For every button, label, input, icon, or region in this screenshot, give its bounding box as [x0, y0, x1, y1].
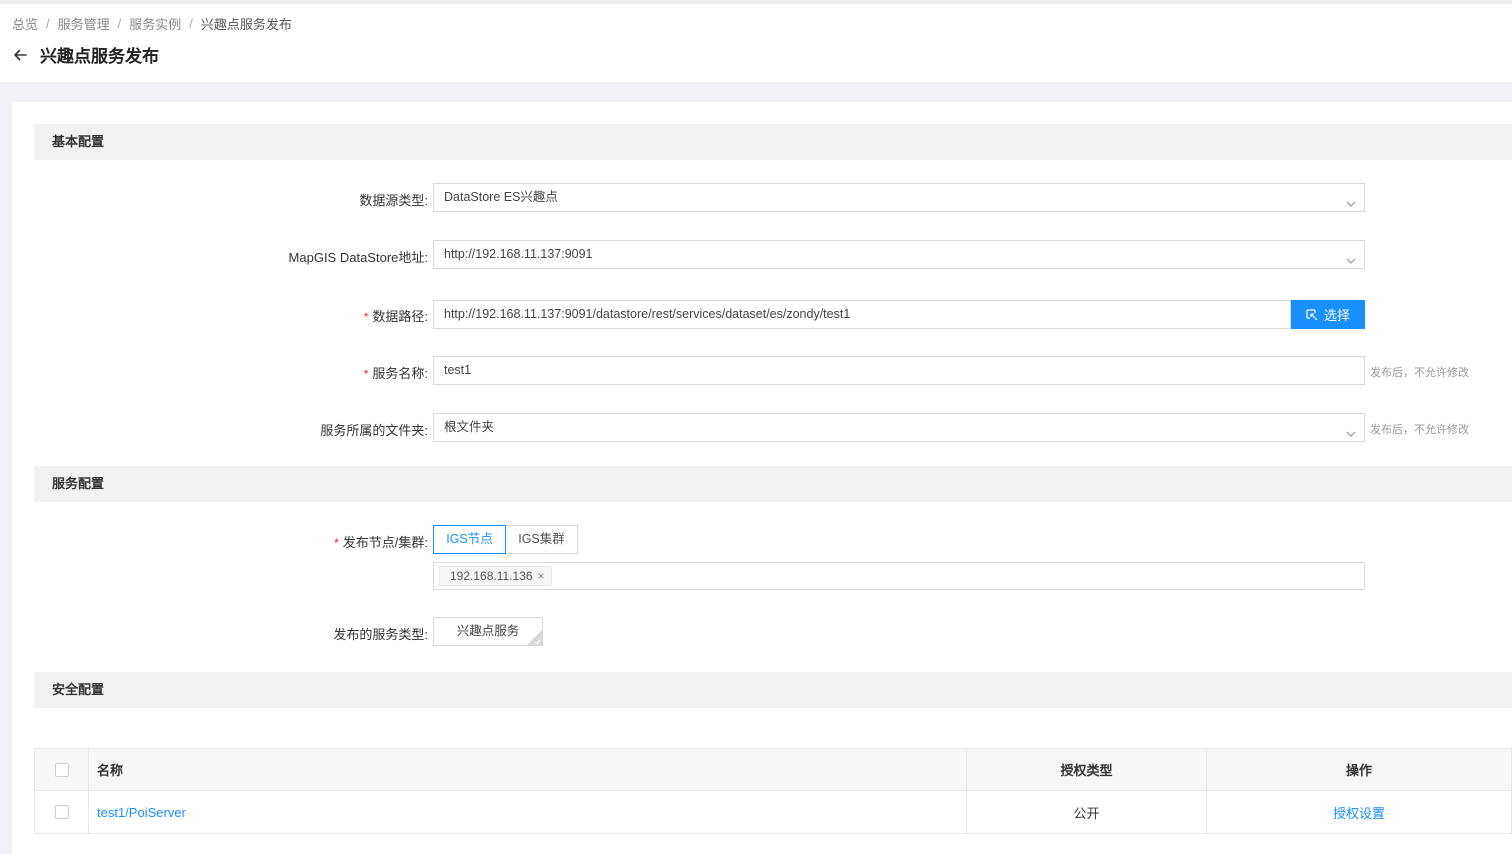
service-name-label-text: 服务名称: [372, 366, 428, 381]
back-arrow-icon[interactable] [12, 47, 28, 63]
tab-igs-node[interactable]: IGS节点 [433, 525, 506, 554]
data-path-label-text: 数据路径: [372, 309, 428, 324]
node-tag-label: 192.168.11.136 [450, 569, 533, 583]
header-checkbox-cell [35, 749, 89, 790]
publish-node-label: * 发布节点/集群: [334, 532, 428, 551]
service-name-value: test1 [444, 363, 472, 377]
select-path-button[interactable]: 选择 [1291, 300, 1365, 329]
service-name-input[interactable]: test1 [433, 356, 1365, 385]
select-all-checkbox[interactable] [54, 762, 69, 777]
form-card: 基本配置 数据源类型: DataStore ES兴趣点 MapGIS DataS… [12, 102, 1512, 854]
datasource-type-value: DataStore ES兴趣点 [444, 190, 558, 204]
section-basic-config: 基本配置 [34, 124, 1512, 160]
data-path-input[interactable]: http://192.168.11.137:9091/datastore/res… [433, 300, 1291, 329]
breadcrumb-separator: / [117, 16, 122, 31]
service-type-value: 兴趣点服务 [456, 624, 520, 638]
page-header: 总览 / 服务管理 / 服务实例 / 兴趣点服务发布 兴趣点服务发布 [0, 4, 1512, 82]
breadcrumb: 总览 / 服务管理 / 服务实例 / 兴趣点服务发布 [12, 14, 292, 33]
breadcrumb-separator: / [46, 16, 50, 31]
required-mark: * [363, 367, 369, 381]
header-name: 名称 [89, 749, 967, 790]
header-auth-type: 授权类型 [967, 749, 1207, 790]
folder-hint: 发布后，不允许修改 [1370, 424, 1469, 436]
page-title: 兴趣点服务发布 [40, 47, 159, 66]
breadcrumb-item-current: 兴趣点服务发布 [200, 17, 292, 32]
close-icon[interactable]: × [538, 567, 545, 585]
datastore-address-select[interactable]: http://192.168.11.137:9091 [433, 240, 1365, 269]
breadcrumb-item-service-management[interactable]: 服务管理 [58, 14, 110, 33]
chevron-down-icon [1346, 249, 1356, 264]
title-row: 兴趣点服务发布 [12, 42, 159, 67]
auth-settings-link[interactable]: 授权设置 [1207, 791, 1511, 833]
required-mark: * [334, 536, 339, 550]
node-tags-input[interactable]: 192.168.11.136 × [433, 562, 1365, 590]
required-mark: * [363, 310, 369, 324]
service-name-label: * 服务名称: [364, 363, 428, 382]
datasource-type-select[interactable]: DataStore ES兴趣点 [433, 183, 1365, 212]
service-name-hint: 发布后，不允许修改 [1370, 367, 1469, 379]
table-header-row: 名称 授权类型 操作 [35, 749, 1511, 791]
chevron-down-icon [1346, 192, 1356, 207]
data-path-label: * 数据路径: [364, 306, 428, 325]
tab-igs-cluster[interactable]: IGS集群 [505, 525, 578, 554]
section-service-config: 服务配置 [34, 466, 1512, 502]
section-security-config: 安全配置 [34, 672, 1512, 708]
folder-label: 服务所属的文件夹: [320, 423, 428, 438]
breadcrumb-separator: / [189, 16, 193, 31]
auth-table: 名称 授权类型 操作 test1/PoiServer 公开 授权设置 [34, 748, 1512, 834]
table-row: test1/PoiServer 公开 授权设置 [35, 791, 1511, 833]
datasource-type-label: 数据源类型: [359, 193, 428, 208]
row-auth-type: 公开 [967, 791, 1207, 833]
breadcrumb-item-overview[interactable]: 总览 [12, 14, 38, 33]
datastore-address-label: MapGIS DataStore地址: [288, 250, 428, 265]
publish-node-label-text: 发布节点/集群: [342, 535, 428, 550]
node-tag: 192.168.11.136 × [439, 566, 552, 586]
row-name-link[interactable]: test1/PoiServer [89, 791, 967, 833]
chevron-down-icon [1346, 422, 1356, 437]
data-path-value: http://192.168.11.137:9091/datastore/res… [444, 307, 851, 321]
select-path-button-label: 选择 [1323, 308, 1350, 323]
service-type-option[interactable]: 兴趣点服务 [433, 617, 543, 646]
service-type-label: 发布的服务类型: [333, 627, 428, 642]
folder-value: 根文件夹 [444, 420, 495, 434]
row-checkbox[interactable] [54, 805, 69, 819]
datastore-address-value: http://192.168.11.137:9091 [444, 247, 593, 261]
folder-select[interactable]: 根文件夹 [433, 413, 1365, 442]
row-checkbox-cell [35, 791, 89, 833]
check-corner-icon [526, 629, 542, 646]
select-icon [1306, 308, 1318, 320]
header-action: 操作 [1345, 763, 1372, 778]
breadcrumb-item-service-instance[interactable]: 服务实例 [129, 14, 181, 33]
